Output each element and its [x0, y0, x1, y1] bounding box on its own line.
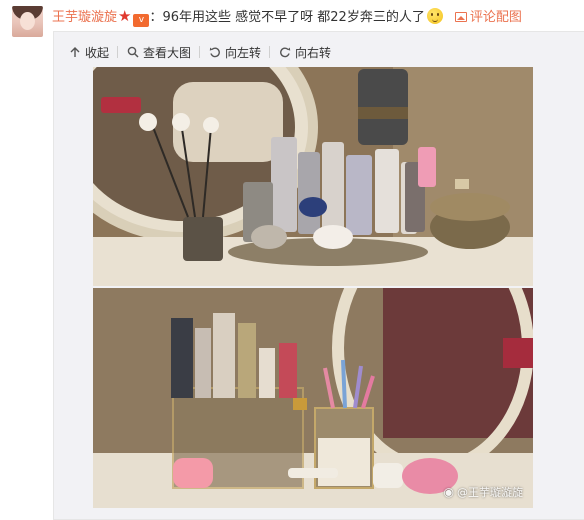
post-colon: ： [149, 10, 163, 25]
comment-picture-link[interactable]: 评论配图 [454, 10, 522, 25]
post-photo-vanity-tray[interactable] [93, 67, 533, 286]
post-text-line: 王芋璇漩旋★ v ：96年用这些 感觉不早了呀 都22岁奔三的人了 评论配图 [52, 7, 522, 27]
vanity-tray-illustration [93, 67, 533, 286]
user-avatar[interactable] [12, 6, 43, 37]
post-content: 96年用这些 感觉不早了呀 都22岁奔三的人了 [162, 10, 425, 25]
photo-watermark: ◉ @王芋璇漩旋 [444, 484, 523, 500]
collapse-label: 收起 [85, 45, 110, 60]
watermark-text: @王芋璇漩旋 [457, 486, 523, 499]
arrow-up-icon [68, 45, 82, 59]
rotate-left-label: 向左转 [225, 45, 262, 60]
rotate-left-icon [208, 45, 222, 59]
view-large-button[interactable]: 查看大图 [126, 44, 191, 61]
avatar-face [20, 12, 35, 30]
author-name-link[interactable]: 王芋璇漩旋 [52, 10, 117, 25]
smile-emoji-icon [426, 8, 443, 24]
toolbar-divider [269, 46, 271, 58]
rotate-right-button[interactable]: 向右转 [278, 44, 331, 61]
organizer-illustration [93, 288, 533, 508]
picture-icon [454, 12, 467, 22]
magnifier-icon [126, 45, 140, 59]
comment-picture-label: 评论配图 [469, 10, 522, 25]
vip-badge-icon[interactable]: v [133, 14, 150, 27]
weibo-logo-icon: ◉ [443, 485, 454, 499]
rotate-right-icon [278, 45, 292, 59]
toolbar-divider [117, 46, 119, 58]
post-photo-organizer[interactable]: ◉ @王芋璇漩旋 [93, 288, 533, 508]
star-icon: ★ [118, 7, 132, 25]
toolbar-divider [199, 46, 201, 58]
view-large-label: 查看大图 [143, 45, 192, 60]
media-toolbar: 收起 查看大图 向左转 向右转 [68, 42, 331, 62]
rotate-left-button[interactable]: 向左转 [208, 44, 261, 61]
collapse-button[interactable]: 收起 [68, 44, 109, 61]
rotate-right-label: 向右转 [295, 45, 332, 60]
